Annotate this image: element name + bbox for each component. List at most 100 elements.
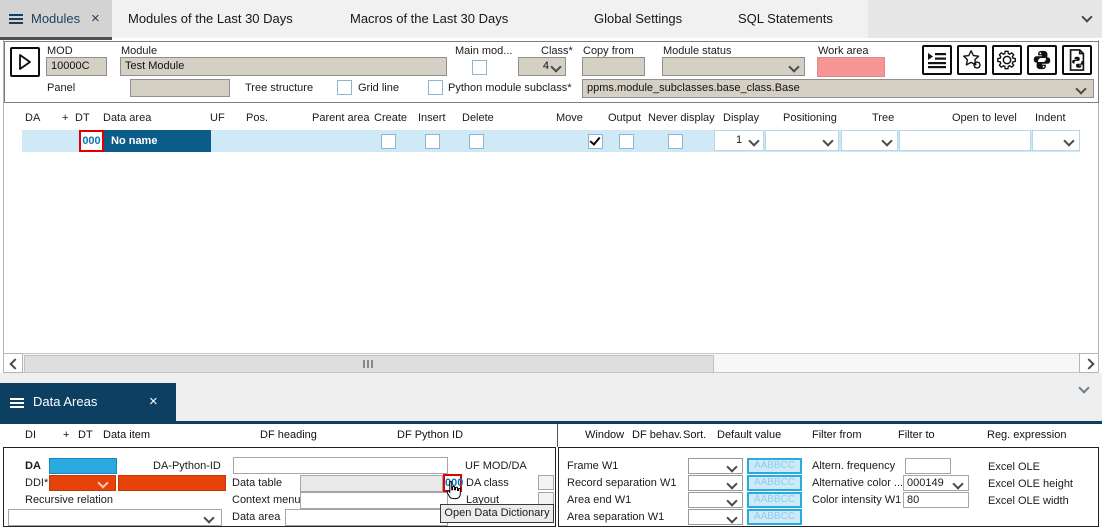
scroll-left-button[interactable] [3,353,23,373]
record-separation-w1-color-field[interactable]: AABBCC [747,475,802,491]
color-intensity-w1-label: Color intensity W1 [812,494,901,506]
col-insert: Insert [418,112,446,124]
tooltip: Open Data Dictionary [440,504,554,523]
copy-from-field[interactable] [582,57,645,76]
col-df-behav: DF behav. [632,429,682,441]
class-label: Class* [541,45,573,57]
frame-w1-select[interactable] [688,458,743,474]
row-insert-checkbox[interactable] [425,134,440,149]
excel-ole-label: Excel OLE [988,461,1040,473]
area-end-w1-color-field[interactable]: AABBCC [747,492,802,508]
col-filter-to: Filter to [898,429,935,441]
python-subclass-select[interactable]: ppms.module_subclasses.base_class.Base [582,79,1094,98]
row-positioning-select[interactable] [765,130,839,151]
panel-field[interactable] [130,79,230,97]
run-list-button[interactable] [922,45,952,75]
module-label: Module [121,45,157,57]
row-delete-checkbox[interactable] [469,134,484,149]
col-plus[interactable]: + [63,429,69,441]
da-class-field[interactable] [538,475,554,490]
tab-data-areas[interactable]: Data Areas × [0,383,176,421]
module-status-select[interactable] [662,57,805,76]
work-area-field[interactable] [817,57,885,77]
tab-modules[interactable]: Modules × [0,0,112,38]
row-tree-select[interactable] [841,130,898,151]
module-status-chevron-down-icon [788,61,799,72]
settings-button[interactable] [992,45,1022,75]
col-tree: Tree [872,112,894,124]
python-button[interactable] [1027,45,1057,75]
context-menu-field[interactable] [300,492,448,509]
area-separation-w1-select[interactable] [688,509,743,525]
tab-sql-statements[interactable]: SQL Statements [738,11,833,26]
positioning-chevron-down-icon [822,135,833,146]
record-separation-w1-select[interactable] [688,475,743,491]
scrollbar-grip [363,360,365,368]
indent-chevron-down-icon [1063,135,1074,146]
data-table-field[interactable] [300,475,443,492]
row-indent-select[interactable] [1032,130,1080,151]
tab-macros-last-30-days[interactable]: Macros of the Last 30 Days [350,11,508,26]
row-open-to-level-field[interactable] [899,130,1031,151]
favorite-settings-button[interactable] [957,45,987,75]
record-separation-w1-label: Record separation W1 [567,477,676,489]
recursive-relation-select[interactable] [8,509,222,526]
run-module-button[interactable] [10,47,40,77]
main-mod-checkbox[interactable] [472,60,487,75]
col-data-area: Data area [103,112,151,124]
play-icon [18,54,32,70]
col-uf: UF [210,112,225,124]
panel-divider [0,421,1102,424]
ddi-field[interactable] [118,475,226,491]
row-move-checkbox[interactable] [588,134,603,149]
star-gear-icon [961,49,983,71]
color-intensity-w1-field[interactable]: 80 [903,492,969,508]
area-separation-w1-color-field[interactable]: AABBCC [747,509,802,525]
altern-frequency-field[interactable] [905,458,951,474]
work-area-label: Work area [818,45,869,57]
class-select[interactable]: 4 [518,57,566,76]
row-data-area-cell[interactable]: No name [104,130,211,152]
tree-chevron-down-icon [881,135,892,146]
col-output: Output [608,112,641,124]
alternative-color-select[interactable]: 000149 [903,475,969,491]
python-subclass-checkbox[interactable] [428,80,443,95]
da-field[interactable] [49,458,117,474]
python-subclass-chevron-down-icon [1075,83,1086,94]
col-di: DI [25,429,36,441]
col-move: Move [556,112,583,124]
altern-frequency-label: Altern. frequency [812,460,895,472]
ddi-label: DDI* [25,477,48,489]
da-class-label: DA class [466,477,509,489]
hamburger-menu-icon[interactable] [9,14,23,24]
row-dt-cell[interactable]: 000 [79,130,104,152]
copy-from-label: Copy from [583,45,634,57]
scroll-right-button[interactable] [1079,353,1099,373]
col-open-to-level: Open to level [952,112,1017,124]
tab-close-icon[interactable]: × [91,11,100,26]
tab-close-icon[interactable]: × [149,394,158,409]
col-plus[interactable]: + [62,112,68,124]
frame-w1-label: Frame W1 [567,460,618,472]
data-area-field[interactable] [285,509,448,526]
row-display-select[interactable]: 1 [714,130,764,151]
recursive-relation-label: Recursive relation [25,494,113,506]
frame-w1-color-field[interactable]: AABBCC [747,458,802,474]
row-output-checkbox[interactable] [619,134,634,149]
ddi-select[interactable] [49,475,116,491]
grid-line-checkbox[interactable] [337,80,352,95]
da-python-id-field[interactable] [233,457,448,474]
module-field[interactable]: Test Module [120,57,447,76]
mod-field[interactable]: 10000C [46,57,107,76]
area-end-w1-select[interactable] [688,492,743,508]
tree-structure-label: Tree structure [245,82,313,94]
data-area-label: Data area [232,511,280,523]
python-icon [1031,49,1053,71]
tab-global-settings[interactable]: Global Settings [594,11,682,26]
hamburger-menu-icon[interactable] [10,398,24,408]
row-never-display-checkbox[interactable] [668,134,683,149]
scrollbar-thumb[interactable] [24,355,714,373]
row-create-checkbox[interactable] [381,134,396,149]
python-file-button[interactable] [1062,45,1092,75]
tab-modules-last-30-days[interactable]: Modules of the Last 30 Days [128,11,293,26]
